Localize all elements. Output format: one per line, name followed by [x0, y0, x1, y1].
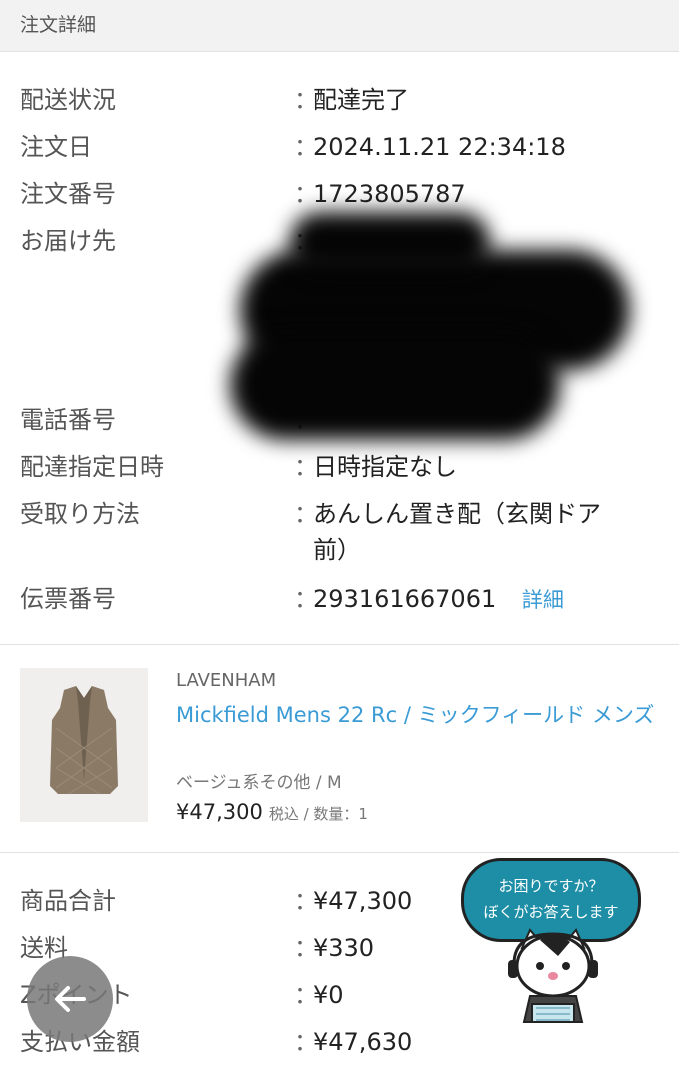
product-price-line: ¥47,300 税込 / 数量：1 [176, 800, 368, 824]
info-value: 293161667061 詳細 [313, 581, 653, 618]
info-value: 1723805787 [313, 180, 466, 208]
redaction-mark [290, 212, 490, 272]
info-label: 注文日 [20, 133, 92, 161]
product-price-note: 税込 / 数量：1 [268, 805, 368, 823]
section-header: 注文詳細 [0, 0, 679, 52]
product-price: ¥47,300 [176, 800, 263, 824]
total-label: 商品合計 [20, 887, 116, 915]
arrow-left-icon [55, 986, 86, 1012]
info-label: 配送状況 [20, 86, 116, 114]
divider [0, 852, 679, 853]
back-button[interactable] [27, 956, 113, 1042]
product-image[interactable] [20, 668, 148, 822]
product-name-link[interactable]: Mickfield Mens 22 Rc / ミックフィールド メンズ [176, 700, 656, 731]
info-label: 注文番号 [20, 180, 116, 208]
tracking-number: 293161667061 [313, 585, 497, 613]
divider [0, 644, 679, 645]
product-variant: ベージュ系その他 / M [176, 773, 342, 793]
section-title: 注文詳細 [20, 14, 97, 36]
redaction-mark [230, 330, 560, 440]
info-label: 受取り方法 [20, 500, 140, 528]
info-value: 配達完了 [313, 86, 409, 114]
info-value: あんしん置き配（玄関ドア前） [313, 500, 601, 564]
help-bubble-line1: お困りですか？ [498, 877, 604, 895]
info-label: 伝票番号 [20, 585, 116, 613]
cat-headset-icon[interactable] [500, 926, 606, 1026]
info-label: お届け先 [20, 227, 116, 255]
product-brand: LAVENHAM [176, 670, 277, 691]
info-value: 2024.11.21 22:34:18 [313, 133, 566, 161]
info-label: 配達指定日時 [20, 453, 164, 481]
total-value: ¥47,630 [313, 1028, 413, 1056]
tracking-detail-link[interactable]: 詳細 [522, 588, 564, 612]
help-bubble-line2: ぼくがお答えします [483, 903, 619, 921]
info-value: 日時指定なし [313, 453, 457, 481]
info-label: 電話番号 [20, 406, 116, 434]
vest-icon [20, 668, 148, 822]
